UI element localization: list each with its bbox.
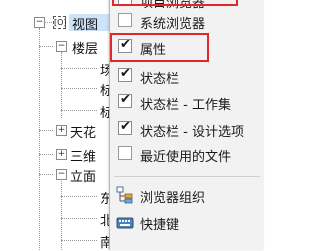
keyboard-shortcut-icon [116,213,134,231]
menu-item-label: 状态栏 - 工作集 [140,98,231,113]
tree-guide-line [61,218,97,219]
checkmark-icon: ✔ [120,119,131,134]
tree-guide-line [39,46,53,47]
status-bar-worksets-checkbox[interactable]: ✔ [118,92,132,108]
menu-item-label: 最近使用的文件 [140,150,232,165]
menu-item-browser-organization[interactable]: 浏览器组织 [110,184,264,206]
menu-item-status-bar-design-options[interactable]: ✔ 状态栏 - 设计选项 [110,118,264,140]
menu-item-status-bar[interactable]: ✔ 状态栏 [110,65,264,87]
user-interface-menu: ✔ 项目浏览器 系统浏览器 ✔ 属性 ✔ 状态栏 ✔ 状态栏 - 工作集 ✔ 状… [109,0,264,250]
menu-item-status-bar-worksets[interactable]: ✔ 状态栏 - 工作集 [110,91,264,113]
system-browser-checkbox[interactable] [118,13,132,27]
checkmark-icon: ✔ [120,66,131,81]
menu-item-label: 系统浏览器 [140,17,206,32]
tree-guide-line [61,52,62,118]
tree-guide-line [44,22,52,23]
collapse-elevations-toggle[interactable]: − [56,169,67,180]
tree-item-elevations[interactable]: 立面 [70,166,96,185]
collapse-views-toggle[interactable]: − [34,17,45,28]
tree-guide-line [61,110,97,111]
tree-guide-line [61,88,97,89]
menu-item-label: 状态栏 [140,72,180,87]
highlight-box-project-browser [112,0,238,6]
menu-item-keyboard-shortcuts[interactable]: 快捷键 [110,211,264,233]
tree-item-ceiling-plans[interactable]: 天花 [70,122,96,141]
tree-guide-line [61,240,97,241]
menu-separator [114,176,260,177]
views-icon: [O] [53,16,67,29]
tree-guide-line [39,130,53,131]
expand-3d-views-toggle[interactable]: + [56,149,67,160]
tree-guide-line [39,174,53,175]
tree-guide-line [39,28,40,250]
expand-ceiling-plans-toggle[interactable]: + [56,125,67,136]
checkmark-icon: ✔ [120,92,131,107]
recent-files-checkbox[interactable] [118,146,132,160]
tree-guide-line [39,154,53,155]
tree-item-floor-plans[interactable]: 楼层 [72,38,98,57]
collapse-floor-plans-toggle[interactable]: − [56,41,67,52]
highlight-box-properties [110,33,209,62]
tree-guide-line [61,68,97,69]
status-bar-design-options-checkbox[interactable]: ✔ [118,119,132,135]
tree-guide-line [61,196,97,197]
menu-item-recent-files[interactable]: 最近使用的文件 [110,143,264,165]
menu-item-label: 快捷键 [140,218,180,233]
menu-item-label: 状态栏 - 设计选项 [140,125,244,140]
status-bar-checkbox[interactable]: ✔ [118,66,132,82]
menu-item-label: 浏览器组织 [140,191,206,206]
browser-organization-icon [116,186,134,204]
tree-item-3d-views[interactable]: 三维 [70,146,96,165]
menu-item-system-browser[interactable]: 系统浏览器 [110,10,264,32]
tree-item-views[interactable]: 视图 [72,14,98,33]
